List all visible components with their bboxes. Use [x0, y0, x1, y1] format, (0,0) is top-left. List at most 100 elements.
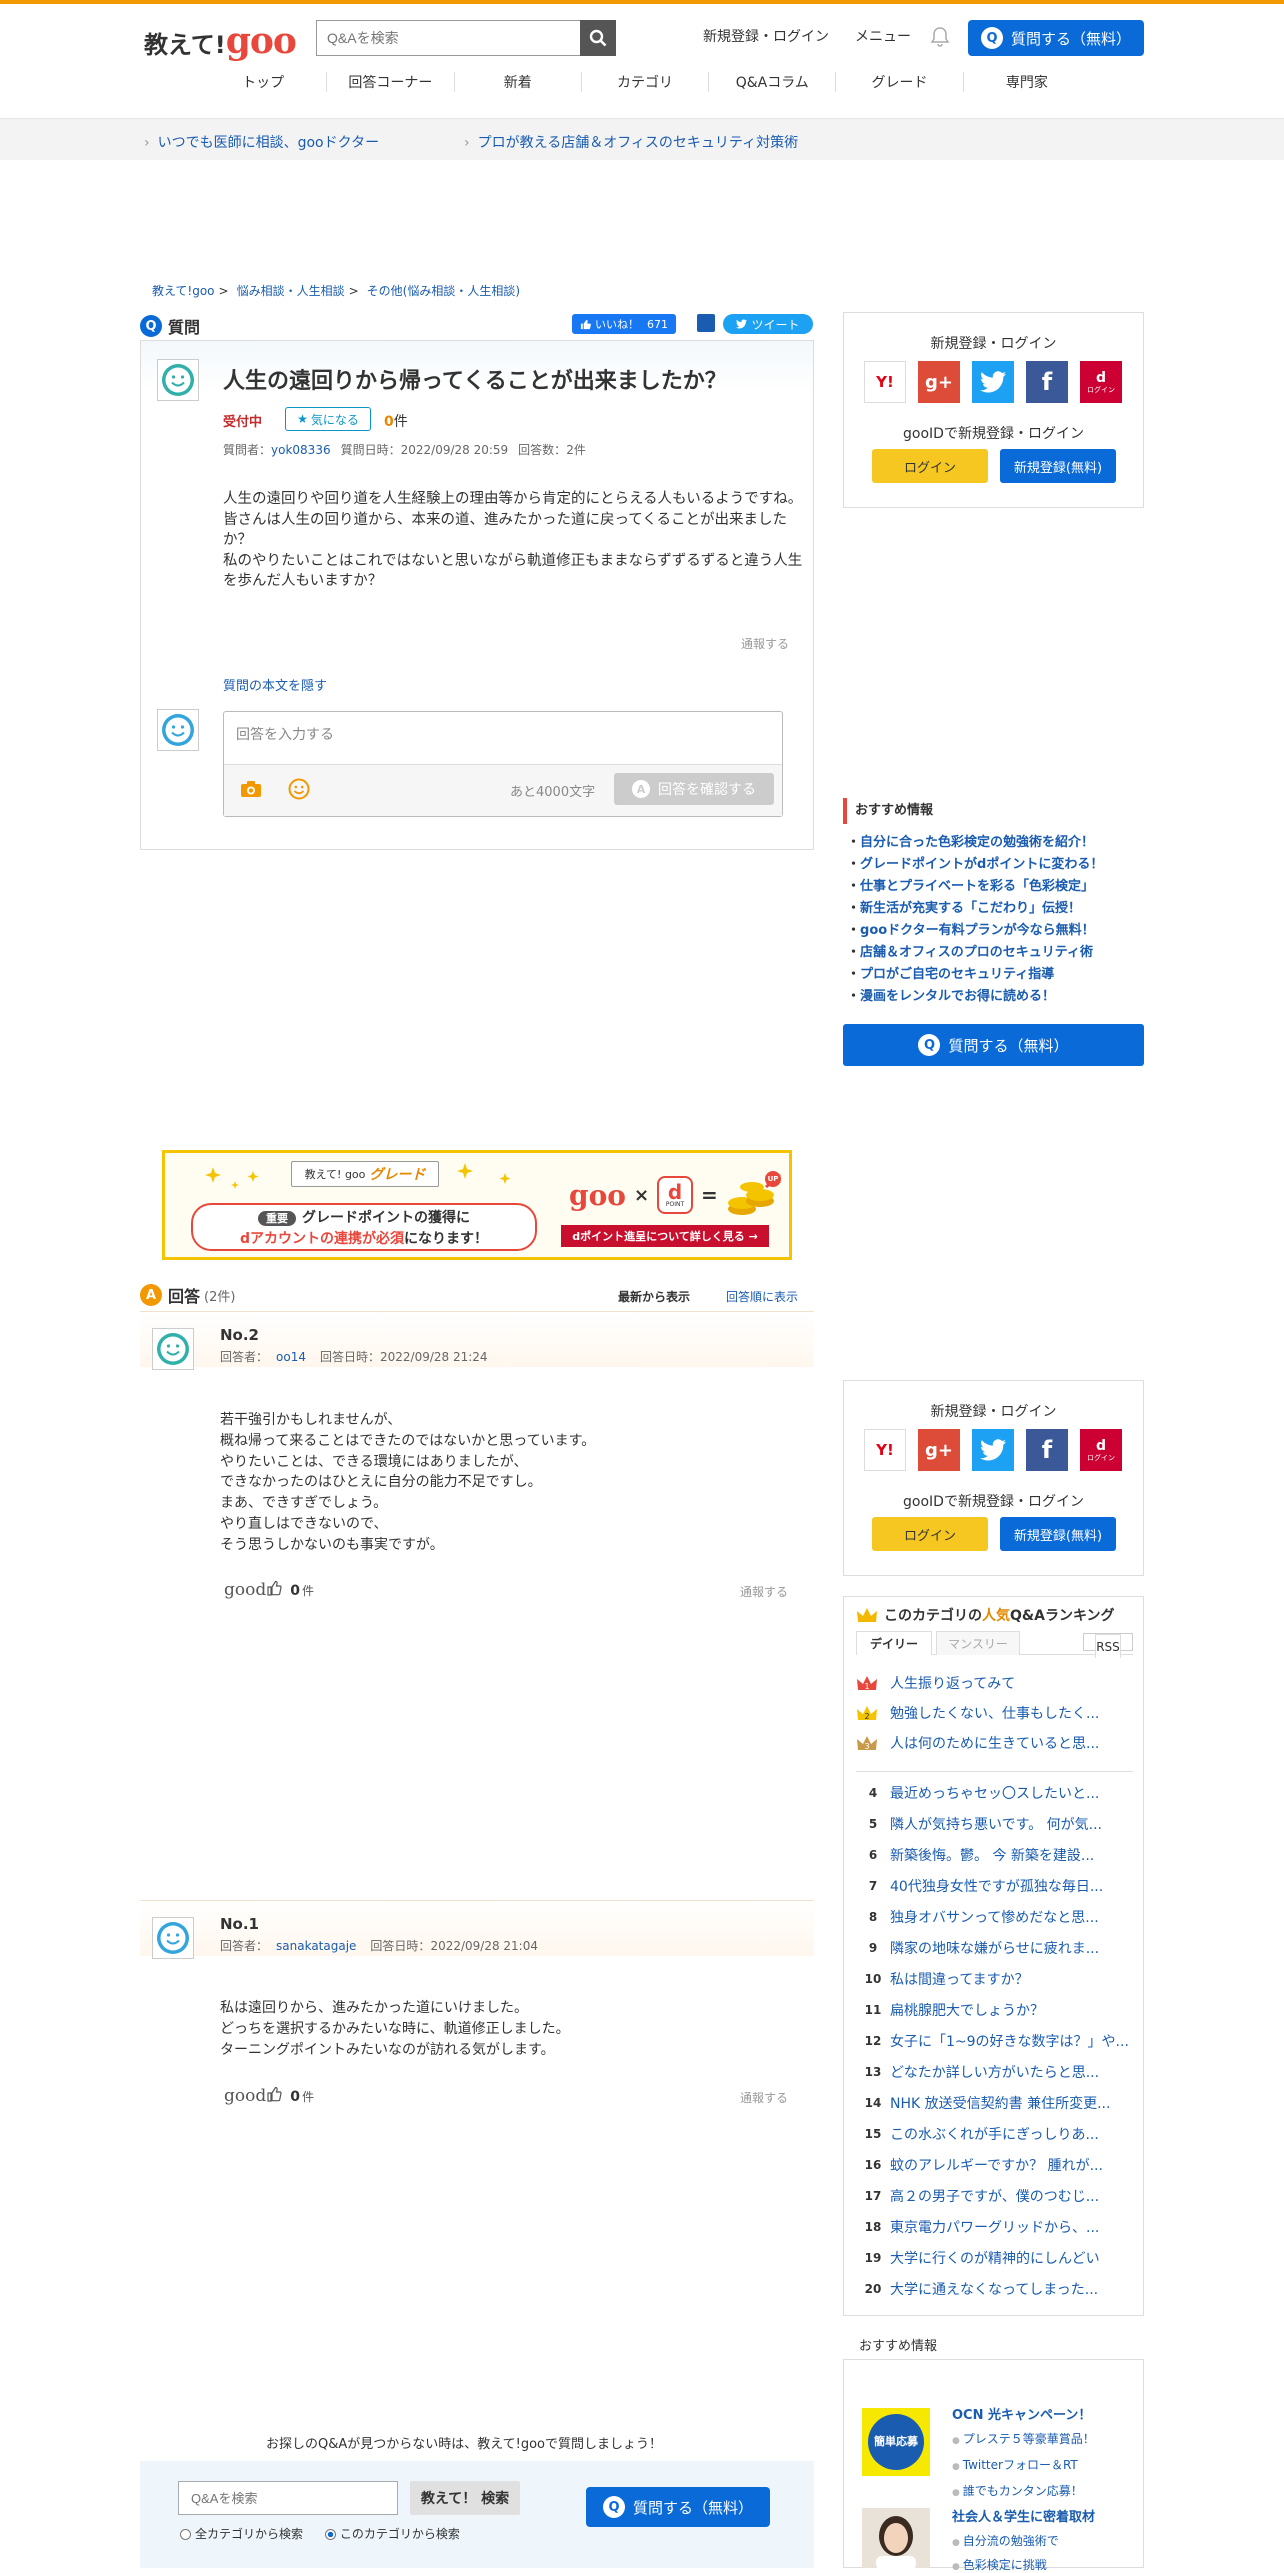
ranking-item[interactable]: 16 蚊のアレルギーですか？ 腫れが...	[856, 2155, 1136, 2175]
hatena-bookmark-icon[interactable]	[697, 314, 715, 332]
radio-all-categories[interactable]	[180, 2529, 191, 2540]
article-link[interactable]: 自分流の勉強術で	[952, 2532, 1059, 2549]
docomo-login-icon[interactable]: d ログイン	[1080, 1429, 1122, 1471]
dpoint-detail-link[interactable]: dポイント進呈について詳しく見る →	[561, 1225, 769, 1247]
facebook-login-icon[interactable]: f	[1026, 1429, 1068, 1471]
article-link[interactable]: 色彩検定に挑戦	[952, 2556, 1047, 2573]
site-logo[interactable]: 教えて! goo	[144, 20, 297, 62]
bottom-search-button[interactable]: 教えて！ 検索	[410, 2481, 520, 2515]
recommend-item[interactable]: グレードポイントがdポイントに変わる！	[843, 854, 1144, 876]
bottom-ask-button[interactable]: Q 質問する（無料）	[586, 2487, 770, 2527]
sort-newest[interactable]: 最新から表示	[618, 1288, 690, 1305]
article-thumbnail[interactable]	[862, 2508, 930, 2568]
tab-monthly[interactable]: マンスリー	[936, 1631, 1020, 1655]
login-button[interactable]: ログイン	[872, 1517, 988, 1551]
recommend-item[interactable]: プロがご自宅のセキュリティ指導	[843, 964, 1144, 986]
header-search-button[interactable]	[580, 20, 616, 56]
login-link[interactable]: 新規登録・ログイン	[703, 29, 829, 45]
recommend-item[interactable]: gooドクター有料プランが今なら無料！	[843, 920, 1144, 942]
ranking-item[interactable]: 17 高２の男子ですが、僕のつむじ...	[856, 2186, 1136, 2206]
sidebar-ask-button[interactable]: Q 質問する（無料）	[843, 1024, 1144, 1066]
twitter-login-icon[interactable]	[972, 1429, 1014, 1471]
answerer-avatar[interactable]	[152, 1328, 194, 1370]
radio-this-category[interactable]	[324, 2529, 336, 2540]
campaign-badge[interactable]: 簡単応募	[862, 2408, 930, 2476]
emoji-icon[interactable]	[288, 778, 310, 800]
camera-icon[interactable]	[240, 780, 262, 798]
nav-new[interactable]: 新着	[453, 72, 581, 92]
nav-answer-corner[interactable]: 回答コーナー	[326, 72, 453, 92]
confirm-answer-button[interactable]: A 回答を確認する	[614, 773, 774, 805]
ranking-item[interactable]: 14 NHK 放送受信契約書 兼住所変更...	[856, 2093, 1136, 2113]
article-title[interactable]: 社会人＆学生に密着取材	[952, 2506, 1095, 2525]
ranking-item[interactable]: 7 40代独身女性ですが孤独な毎日...	[856, 1876, 1136, 1896]
header-ask-button[interactable]: Q 質問する（無料）	[968, 20, 1144, 56]
twitter-login-icon[interactable]	[972, 361, 1014, 403]
campaign-title[interactable]: OCN 光キャンペーン！	[952, 2404, 1091, 2423]
facebook-login-icon[interactable]: f	[1026, 361, 1068, 403]
watch-button[interactable]: ★ 気になる	[285, 407, 371, 431]
login-button[interactable]: ログイン	[872, 449, 988, 483]
good-button[interactable]: good 0 件	[224, 1580, 314, 1600]
radio-this-category-label[interactable]: このカテゴリから検索	[340, 2527, 460, 2541]
menu-link[interactable]: メニュー	[855, 29, 911, 45]
ranking-item[interactable]: 19 大学に行くのが精神的にしんどい	[856, 2248, 1136, 2268]
sort-answer-order[interactable]: 回答順に表示	[726, 1288, 798, 1305]
google-login-icon[interactable]: g+	[918, 1429, 960, 1471]
campaign-link[interactable]: Twitterフォロー＆RT	[952, 2456, 1078, 2473]
ranking-item[interactable]: 9 隣家の地味な嫌がらせに疲れま...	[856, 1938, 1136, 1958]
ranking-item[interactable]: 3 人は何のために生きていると思...	[856, 1733, 1136, 1753]
answer-report-link[interactable]: 通報する	[740, 1583, 788, 1600]
nav-expert[interactable]: 専門家	[962, 72, 1090, 92]
breadcrumb-category[interactable]: 悩み相談・人生相談	[237, 284, 345, 298]
nav-category[interactable]: カテゴリ	[580, 72, 708, 92]
rss-link[interactable]: RSS	[1083, 1633, 1133, 1658]
ranking-item[interactable]: 15 この水ぶくれが手にぎっしりあ...	[856, 2124, 1136, 2144]
bottom-search-input[interactable]	[178, 2481, 398, 2515]
ranking-item[interactable]: 2 勉強したくない、仕事もしたく...	[856, 1703, 1136, 1723]
ranking-item[interactable]: 1 人生振り返ってみて	[856, 1673, 1136, 1693]
answerer-link[interactable]: sanakatagaje	[276, 1939, 356, 1953]
tab-daily[interactable]: デイリー	[856, 1631, 932, 1655]
recommend-item[interactable]: 自分に合った色彩検定の勉強術を紹介！	[843, 832, 1144, 854]
ranking-item[interactable]: 18 東京電力パワーグリッドから、...	[856, 2217, 1136, 2237]
nav-grade[interactable]: グレード	[835, 72, 962, 92]
breadcrumb-home[interactable]: 教えて!goo	[152, 284, 215, 298]
campaign-link[interactable]: 誰でもカンタン応募！	[952, 2482, 1083, 2499]
grade-banner[interactable]: 教えて! goo グレード 重要 グレードポイントの獲得に dアカウントの連携が必須…	[162, 1150, 792, 1260]
ranking-item[interactable]: 8 独身オバサンって惨めだなと思...	[856, 1907, 1136, 1927]
tweet-button[interactable]: ツイート	[723, 314, 813, 334]
question-report-link[interactable]: 通報する	[741, 635, 789, 652]
radio-all-categories-label[interactable]: 全カテゴリから検索	[195, 2527, 303, 2541]
recommend-item[interactable]: 仕事とプライベートを彩る「色彩検定」	[843, 876, 1144, 898]
answer-input-box[interactable]: 回答を入力する あと4000文字 A 回答を確認する	[223, 711, 783, 817]
breadcrumb-subcategory[interactable]: その他(悩み相談・人生相談)	[367, 284, 520, 298]
ranking-item[interactable]: 6 新築後悔。鬱。 今 新築を建設...	[856, 1845, 1136, 1865]
hide-question-body-link[interactable]: 質問の本文を隠す	[223, 675, 327, 694]
promo-link-security[interactable]: プロが教える店舗＆オフィスのセキュリティ対策術	[464, 132, 798, 152]
yahoo-login-icon[interactable]: Y!	[864, 361, 906, 403]
yahoo-login-icon[interactable]: Y!	[864, 1429, 906, 1471]
bell-icon[interactable]	[930, 26, 950, 48]
nav-top[interactable]: トップ	[200, 72, 326, 92]
ranking-item[interactable]: 10 私は間違ってますか？	[856, 1969, 1136, 1989]
ranking-item[interactable]: 20 大学に通えなくなってしまった...	[856, 2279, 1136, 2299]
google-login-icon[interactable]: g+	[918, 361, 960, 403]
register-button[interactable]: 新規登録(無料)	[1000, 449, 1116, 483]
ranking-item[interactable]: 11 扁桃腺肥大でしょうか？	[856, 2000, 1136, 2020]
nav-qa-column[interactable]: Q&Aコラム	[708, 72, 835, 92]
ranking-item[interactable]: 13 どなたか詳しい方がいたらと思...	[856, 2062, 1136, 2082]
asker-avatar[interactable]	[157, 359, 199, 401]
recommend-item[interactable]: 店舗＆オフィスのプロのセキュリティ術	[843, 942, 1144, 964]
answerer-avatar[interactable]	[152, 1917, 194, 1959]
good-button[interactable]: good 0 件	[224, 2086, 314, 2106]
promo-link-doctor[interactable]: いつでも医師に相談、gooドクター	[144, 132, 379, 152]
ranking-item[interactable]: 4 最近めっちゃセッ〇スしたいと...	[856, 1783, 1136, 1803]
ranking-item[interactable]: 12 女子に「1~9の好きな数字は？」や...	[856, 2031, 1136, 2051]
answerer-link[interactable]: oo14	[276, 1350, 306, 1364]
recommend-item[interactable]: 新生活が充実する「こだわり」伝授！	[843, 898, 1144, 920]
ranking-item[interactable]: 5 隣人が気持ち悪いです。 何が気...	[856, 1814, 1136, 1834]
asker-link[interactable]: yok08336	[271, 443, 331, 457]
register-button[interactable]: 新規登録(無料)	[1000, 1517, 1116, 1551]
answer-input-placeholder[interactable]: 回答を入力する	[236, 724, 334, 744]
